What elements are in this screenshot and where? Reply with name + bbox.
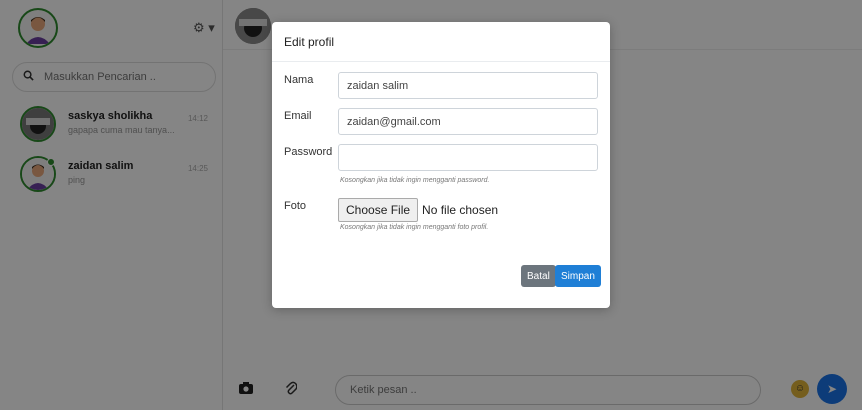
name-field[interactable] — [338, 72, 598, 99]
modal-title: Edit profil — [284, 35, 335, 49]
email-label: Email — [284, 110, 312, 122]
save-button[interactable]: Simpan — [555, 265, 601, 287]
photo-help: Kosongkan jika tidak ingin mengganti fot… — [340, 224, 489, 231]
password-field[interactable] — [338, 144, 598, 171]
file-status: No file chosen — [422, 203, 499, 217]
name-label: Nama — [284, 74, 314, 86]
modal-header: Edit profil — [272, 22, 610, 62]
cancel-button[interactable]: Batal — [521, 265, 556, 287]
choose-file-button[interactable]: Choose File — [338, 198, 419, 222]
password-label: Password — [284, 146, 333, 158]
photo-label: Foto — [284, 200, 307, 212]
password-help: Kosongkan jika tidak ingin mengganti pas… — [340, 177, 490, 184]
email-field[interactable] — [338, 108, 598, 135]
edit-profile-modal: Edit profil Nama Email Password Kosongka… — [272, 22, 610, 308]
file-input: Choose File No file chosen — [338, 198, 498, 222]
